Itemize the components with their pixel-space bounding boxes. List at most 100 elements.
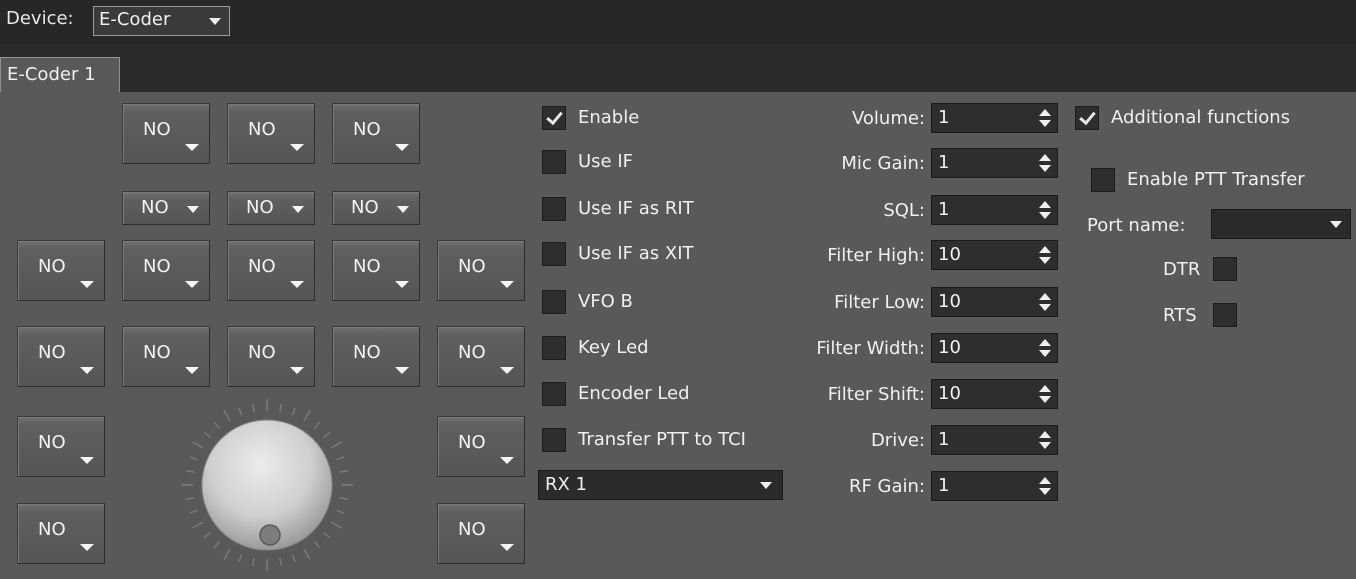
- spin-up-icon[interactable]: [1039, 293, 1051, 300]
- assign-button[interactable]: NO: [437, 240, 525, 301]
- checkbox-enable-ptt-transfer[interactable]: Enable PTT Transfer: [1091, 168, 1351, 194]
- button-label: NO: [246, 197, 274, 218]
- dtr-checkbox[interactable]: [1213, 257, 1237, 281]
- checkbox-label: Use IF: [578, 151, 634, 172]
- rts-checkbox[interactable]: [1213, 303, 1237, 327]
- knob-tick: [291, 407, 296, 416]
- knob-tick: [336, 456, 345, 461]
- checkbox-label: Use IF as RIT: [578, 198, 694, 219]
- filter-width-spinbox[interactable]: 10: [931, 333, 1058, 363]
- dropdown-arrow-icon: [290, 144, 304, 151]
- checkbox-box[interactable]: [1075, 106, 1099, 130]
- knob-tick: [189, 456, 198, 461]
- assign-button[interactable]: NO: [17, 240, 105, 301]
- dropdown-arrow-icon: [290, 281, 304, 288]
- assign-button[interactable]: NO: [122, 326, 210, 387]
- checkbox-box[interactable]: [542, 428, 566, 452]
- device-select[interactable]: E-Coder: [93, 6, 230, 36]
- spin-up-icon[interactable]: [1039, 431, 1051, 438]
- sql-spinbox[interactable]: 1: [931, 195, 1058, 225]
- drive-spinbox[interactable]: 1: [931, 425, 1058, 455]
- filter-width-value: 10: [938, 337, 961, 358]
- knob-tick: [223, 548, 231, 560]
- spin-down-icon[interactable]: [1039, 120, 1051, 127]
- knob-tick: [213, 541, 221, 549]
- dropdown-arrow-icon: [292, 206, 304, 213]
- assign-button[interactable]: NO: [332, 103, 420, 164]
- filter-shift-spinbox[interactable]: 10: [931, 379, 1058, 409]
- button-label: NO: [38, 256, 66, 277]
- spin-down-icon[interactable]: [1039, 442, 1051, 449]
- button-label: NO: [351, 197, 379, 218]
- assign-button[interactable]: NO: [17, 326, 105, 387]
- spin-up-icon[interactable]: [1039, 154, 1051, 161]
- encoder-knob[interactable]: [177, 395, 357, 575]
- knob-tick: [339, 470, 348, 473]
- filter-high-spinbox[interactable]: 10: [931, 240, 1058, 270]
- spin-down-icon[interactable]: [1039, 257, 1051, 264]
- dropdown-arrow-icon: [290, 367, 304, 374]
- knob-tick: [336, 509, 345, 514]
- volume-spinbox[interactable]: 1: [931, 103, 1058, 133]
- spin-up-icon[interactable]: [1039, 201, 1051, 208]
- checkbox-additional-functions[interactable]: Additional functions: [1075, 106, 1345, 132]
- port-name-select[interactable]: [1211, 209, 1351, 239]
- knob-tick: [313, 421, 321, 429]
- volume-value: 1: [938, 107, 950, 128]
- checkbox-box[interactable]: [542, 106, 566, 130]
- spin-down-icon[interactable]: [1039, 350, 1051, 357]
- button-label: NO: [248, 119, 276, 140]
- assign-button[interactable]: NO: [227, 240, 315, 301]
- spin-down-icon[interactable]: [1039, 165, 1051, 172]
- checkbox-label: Key Led: [578, 337, 649, 358]
- button-label: NO: [38, 432, 66, 453]
- assign-button[interactable]: NO: [227, 326, 315, 387]
- knob-tick: [330, 521, 342, 529]
- spin-up-icon[interactable]: [1039, 385, 1051, 392]
- checkbox-box[interactable]: [542, 336, 566, 360]
- assign-button[interactable]: NO: [227, 103, 315, 164]
- spin-up-icon[interactable]: [1039, 339, 1051, 346]
- assign-button[interactable]: NO: [332, 326, 420, 387]
- assign-button[interactable]: NO: [17, 416, 105, 477]
- assign-button[interactable]: NO: [122, 191, 210, 225]
- button-label: NO: [141, 197, 169, 218]
- checkbox-box[interactable]: [542, 382, 566, 406]
- assign-button[interactable]: NO: [332, 240, 420, 301]
- button-label: NO: [143, 342, 171, 363]
- knob-icon: [181, 399, 353, 571]
- checkbox-box[interactable]: [542, 242, 566, 266]
- checkbox-box[interactable]: [542, 150, 566, 174]
- assign-button[interactable]: NO: [122, 240, 210, 301]
- device-toolbar: Device: E-Coder: [0, 0, 1356, 44]
- assign-button[interactable]: NO: [227, 191, 315, 225]
- dropdown-arrow-icon: [395, 281, 409, 288]
- assign-button[interactable]: NO: [437, 503, 525, 564]
- mic-gain-spinbox[interactable]: 1: [931, 148, 1058, 178]
- tab-label: E-Coder 1: [7, 64, 96, 85]
- sql-value: 1: [938, 199, 950, 220]
- checkbox-box[interactable]: [542, 290, 566, 314]
- spin-down-icon[interactable]: [1039, 212, 1051, 219]
- dropdown-arrow-icon: [500, 457, 514, 464]
- assign-button[interactable]: NO: [437, 416, 525, 477]
- rf-gain-spinbox[interactable]: 1: [931, 471, 1058, 501]
- button-label: NO: [248, 256, 276, 277]
- device-label: Device:: [6, 8, 74, 29]
- checkbox-box[interactable]: [1091, 168, 1115, 192]
- assign-button[interactable]: NO: [332, 191, 420, 225]
- spin-down-icon[interactable]: [1039, 488, 1051, 495]
- spin-up-icon[interactable]: [1039, 477, 1051, 484]
- tab-e-coder-1[interactable]: E-Coder 1: [0, 57, 120, 92]
- assign-button[interactable]: NO: [437, 326, 525, 387]
- spin-up-icon[interactable]: [1039, 246, 1051, 253]
- assign-button[interactable]: NO: [122, 103, 210, 164]
- spin-down-icon[interactable]: [1039, 396, 1051, 403]
- filter-low-spinbox[interactable]: 10: [931, 287, 1058, 317]
- assign-button[interactable]: NO: [17, 503, 105, 564]
- checkbox-box[interactable]: [542, 197, 566, 221]
- spin-down-icon[interactable]: [1039, 304, 1051, 311]
- dropdown-arrow-icon: [185, 144, 199, 151]
- spin-up-icon[interactable]: [1039, 109, 1051, 116]
- mic-gain-value: 1: [938, 152, 950, 173]
